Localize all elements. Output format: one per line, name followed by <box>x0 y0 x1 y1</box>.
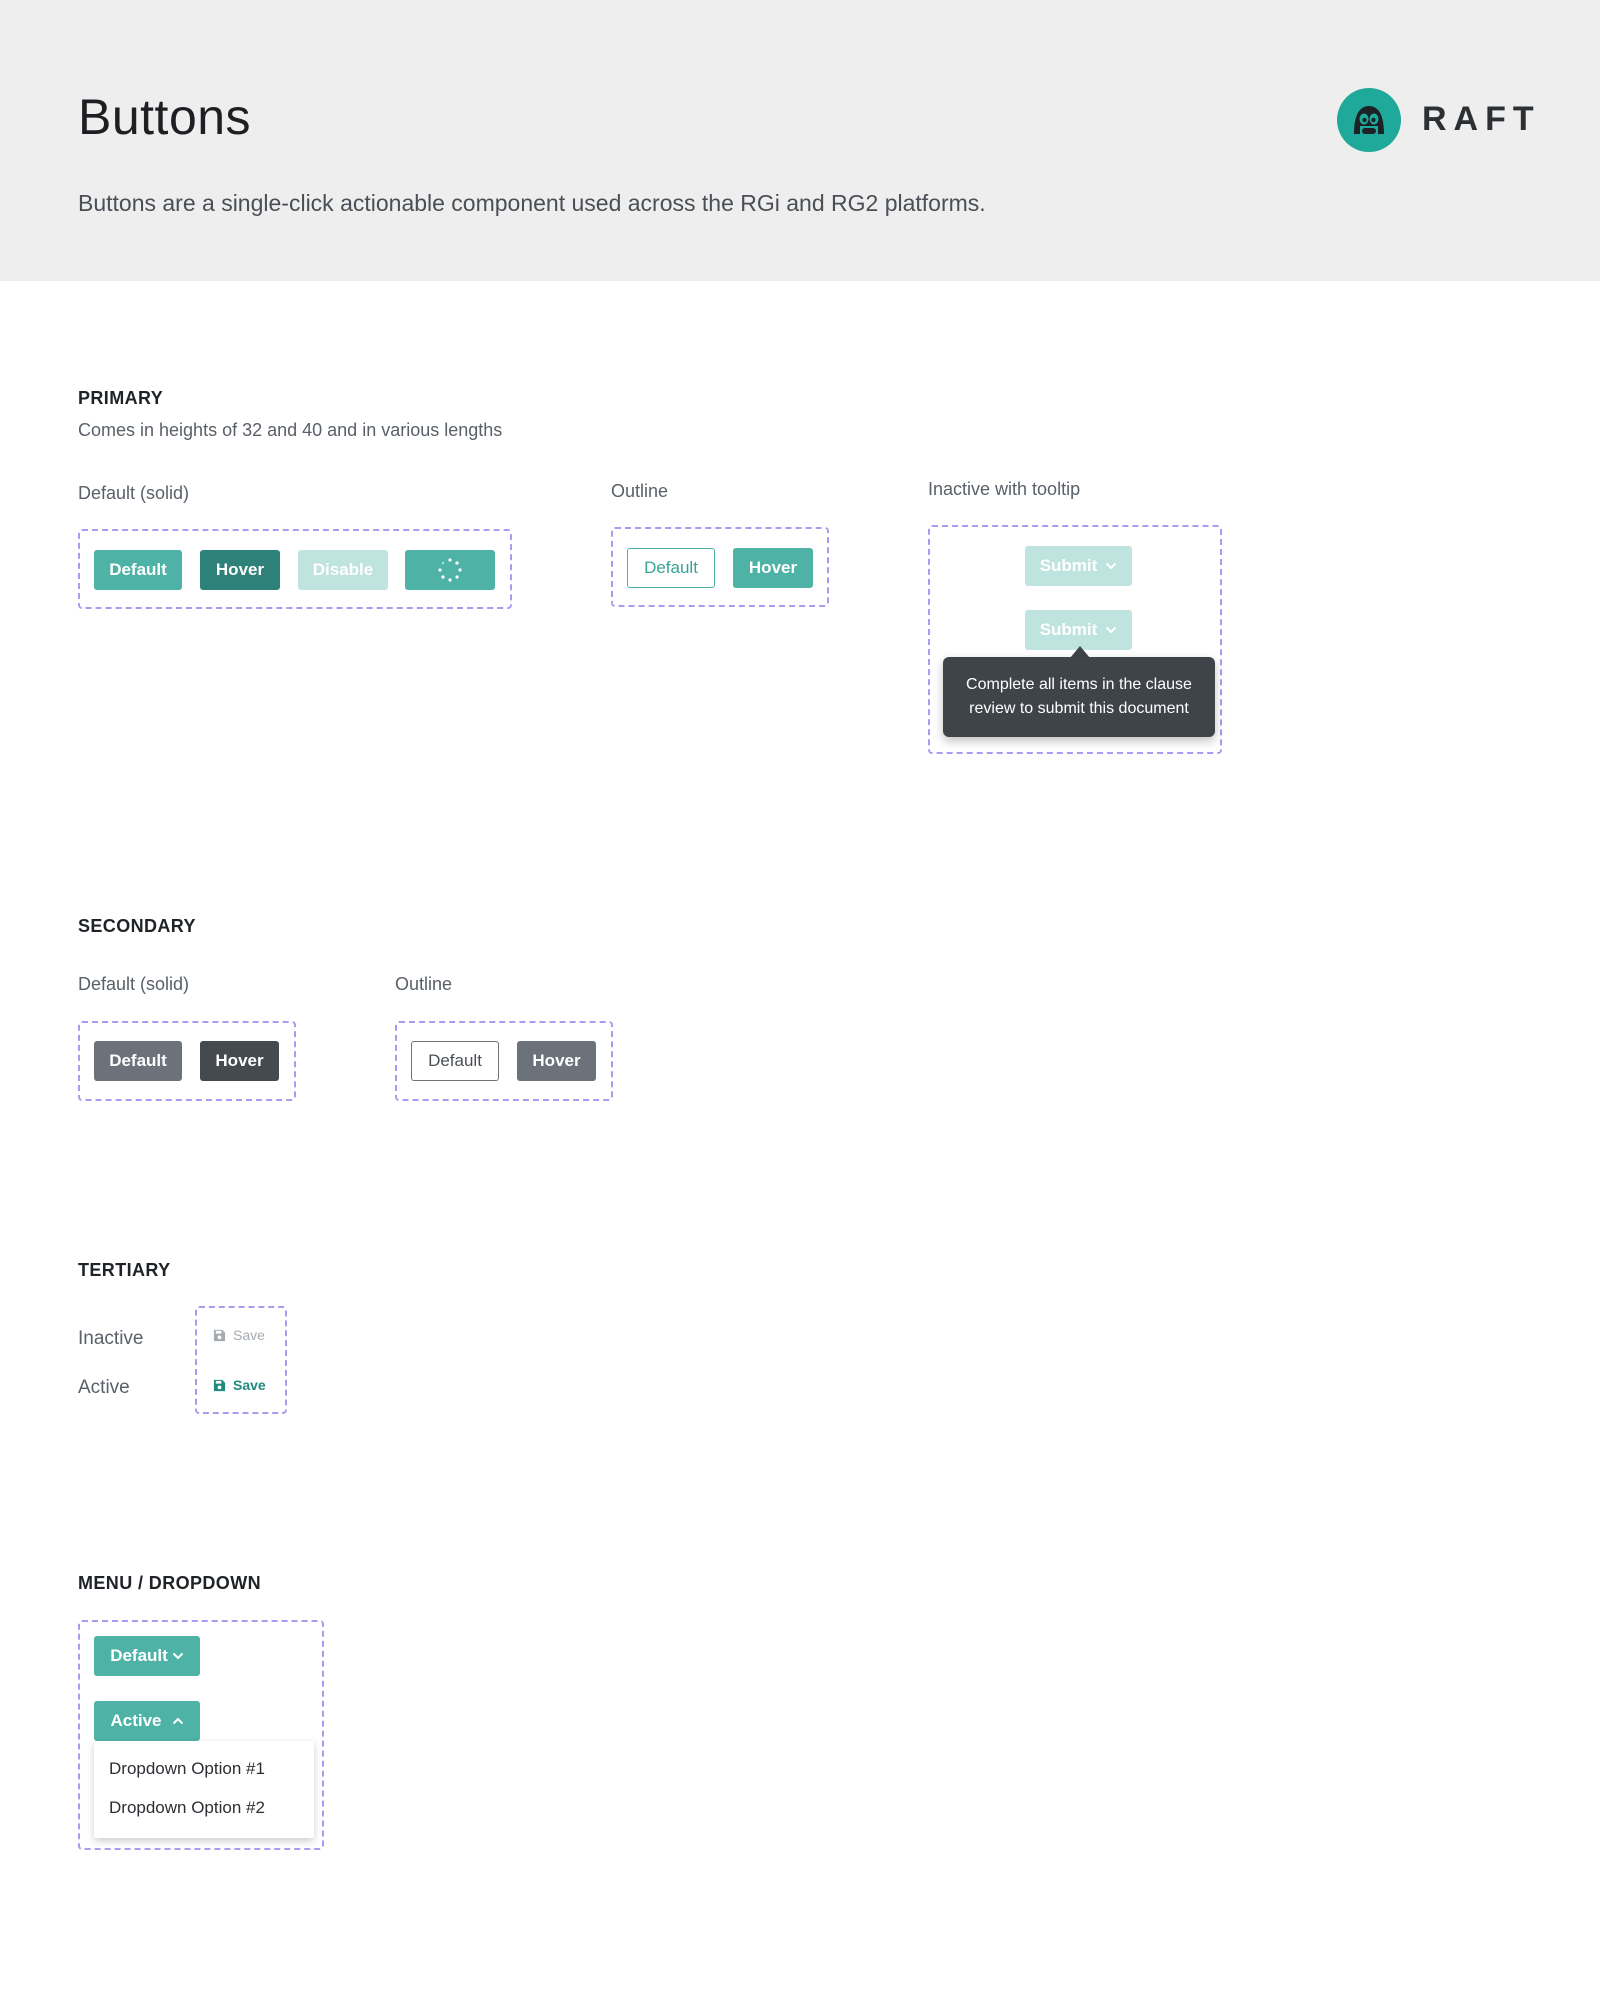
dropdown-option-2[interactable]: Dropdown Option #2 <box>109 1798 265 1818</box>
primary-hover-button[interactable]: Hover <box>200 550 280 590</box>
primary-outline-default-button[interactable]: Default <box>627 548 715 588</box>
dropdown-option-1[interactable]: Dropdown Option #1 <box>109 1759 265 1779</box>
submit-inactive-button[interactable]: Submit <box>1025 546 1132 586</box>
floppy-disk-icon <box>213 1379 226 1391</box>
tertiary-group <box>195 1306 287 1414</box>
raft-mascot-icon <box>1337 88 1401 152</box>
chevron-down-icon <box>172 1652 184 1660</box>
dropdown-default-button[interactable]: Default <box>94 1636 200 1676</box>
logo-wordmark: RAFT <box>1422 100 1541 138</box>
chevron-down-icon <box>1106 626 1117 634</box>
secondary-solid-label: Default (solid) <box>78 974 190 994</box>
primary-default-button[interactable]: Default <box>94 550 182 590</box>
tertiary-inactive-label: Inactive <box>78 1328 144 1349</box>
secondary-outline-label: Outline <box>395 974 453 994</box>
tertiary-inactive-save-button[interactable]: Save <box>213 1327 265 1343</box>
primary-section-subtitle: Comes in heights of 32 and 40 and in var… <box>78 420 503 440</box>
dropdown-menu: Dropdown Option #1 Dropdown Option #2 <box>94 1741 314 1838</box>
secondary-outline-hover-button[interactable]: Hover <box>517 1041 596 1081</box>
submit-button-label: Submit <box>1039 556 1098 575</box>
tooltip-line-2: review to submit this document <box>969 700 1189 717</box>
page-description: Buttons are a single-click actionable co… <box>78 190 986 216</box>
chevron-up-icon <box>172 1717 183 1725</box>
tooltip: Complete all items in the clause review … <box>943 657 1215 737</box>
submit-inactive-hover-button[interactable]: Submit <box>1025 610 1132 650</box>
primary-outline-label: Outline <box>611 481 669 501</box>
tertiary-active-save-button[interactable]: Save <box>213 1377 266 1393</box>
tertiary-active-label: Active <box>78 1377 130 1398</box>
submit-button-label: Submit <box>1039 620 1098 639</box>
secondary-section-title: SECONDARY <box>78 916 196 936</box>
tertiary-section-title: TERTIARY <box>78 1260 171 1280</box>
page-header: Buttons Buttons are a single-click actio… <box>0 0 1600 281</box>
secondary-hover-button[interactable]: Hover <box>200 1041 279 1081</box>
tertiary-save-label: Save <box>233 1377 266 1393</box>
primary-inactive-tooltip-label: Inactive with tooltip <box>928 479 1081 499</box>
dropdown-default-label: Default <box>110 1646 168 1665</box>
tooltip-line-1: Complete all items in the clause <box>966 676 1192 693</box>
menu-dropdown-section-title: MENU / DROPDOWN <box>78 1573 261 1593</box>
spinner-icon <box>438 558 462 582</box>
dropdown-active-button[interactable]: Active <box>94 1701 200 1741</box>
primary-loading-button[interactable] <box>405 550 495 590</box>
floppy-disk-icon <box>213 1329 226 1341</box>
secondary-outline-default-button[interactable]: Default <box>411 1041 499 1081</box>
tertiary-save-label: Save <box>233 1327 265 1343</box>
chevron-down-icon <box>1106 562 1117 570</box>
primary-outline-hover-button[interactable]: Hover <box>733 548 813 588</box>
page-title: Buttons <box>78 89 252 145</box>
secondary-default-button[interactable]: Default <box>94 1041 182 1081</box>
primary-solid-label: Default (solid) <box>78 483 190 503</box>
primary-section-title: PRIMARY <box>78 388 164 408</box>
dropdown-active-label: Active <box>110 1711 162 1730</box>
primary-disabled-button[interactable]: Disable <box>298 550 388 590</box>
